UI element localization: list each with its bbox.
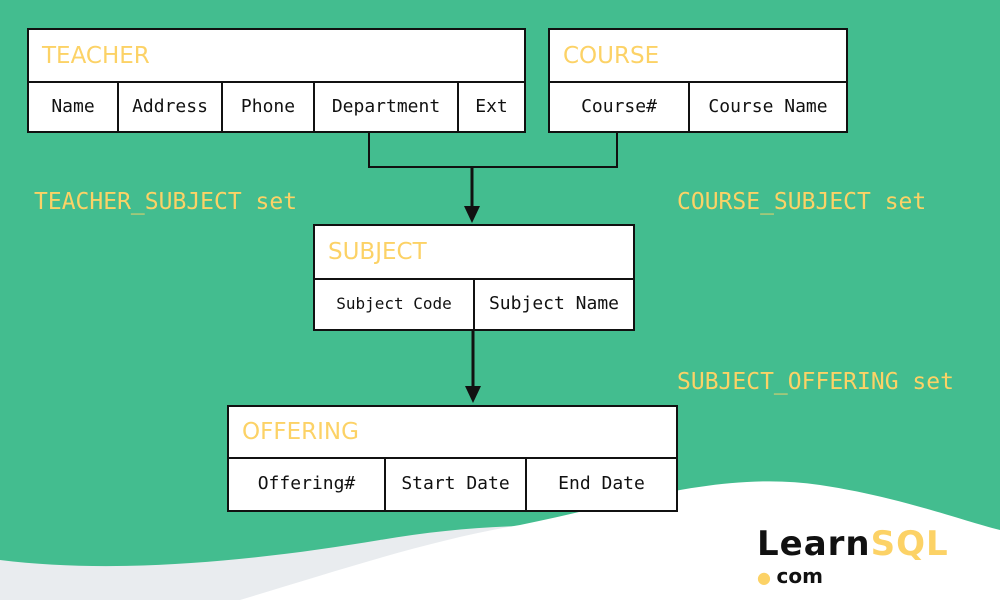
- logo-accent: SQL: [870, 524, 949, 564]
- entity-title: SUBJECT: [315, 226, 633, 280]
- logo-brand: Learn: [757, 524, 871, 564]
- field: Address: [119, 81, 223, 131]
- entity-subject: SUBJECT Subject Code Subject Name: [313, 224, 635, 331]
- learnsql-logo: LearnSQL ● com: [757, 524, 949, 588]
- field: End Date: [558, 473, 645, 494]
- entity-title: OFFERING: [229, 407, 676, 459]
- connector-teacher-course: [368, 132, 618, 168]
- field: Offering#: [229, 457, 386, 510]
- field: Ext: [475, 95, 508, 117]
- field: Start Date: [386, 457, 527, 510]
- set-label-teacher-subject: TEACHER_SUBJECT set: [34, 189, 298, 215]
- entity-teacher: TEACHER Name Address Phone Department Ex…: [27, 28, 526, 133]
- field: Name: [29, 81, 119, 131]
- field: Phone: [223, 81, 315, 131]
- arrowhead-icon: [465, 386, 481, 403]
- field: Department: [315, 81, 459, 131]
- field: Subject Name: [488, 293, 620, 314]
- set-label-subject-offering: SUBJECT_OFFERING set: [677, 369, 954, 395]
- field: Subject Code: [315, 278, 475, 329]
- entity-course: COURSE Course# Course Name: [548, 28, 848, 133]
- logo-domain: com: [776, 564, 823, 588]
- arrowhead-icon: [464, 206, 480, 223]
- field: Course#: [550, 81, 690, 131]
- entity-offering: OFFERING Offering# Start Date End Date: [227, 405, 678, 512]
- set-label-course-subject: COURSE_SUBJECT set: [677, 189, 927, 215]
- entity-title: TEACHER: [29, 30, 524, 83]
- field: Course Name: [708, 95, 828, 117]
- diagram-canvas: TEACHER Name Address Phone Department Ex…: [0, 0, 1000, 600]
- entity-title: COURSE: [550, 30, 846, 83]
